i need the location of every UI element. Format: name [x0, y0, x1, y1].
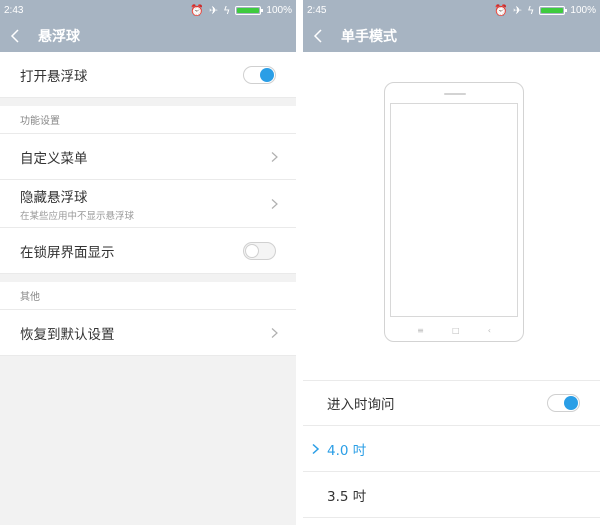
- size-option-3-5[interactable]: 3.5 吋: [303, 472, 600, 518]
- status-bar: 2:43 ⏰ ✈ ϟ 100%: [0, 0, 296, 20]
- show-on-lockscreen-toggle[interactable]: [243, 241, 276, 260]
- ask-on-enter-row[interactable]: 进入时询问: [303, 380, 600, 426]
- show-on-lockscreen-row[interactable]: 在锁屏界面显示: [0, 228, 296, 274]
- battery-icon: [539, 5, 568, 15]
- size-option-4-0[interactable]: 4.0 吋: [303, 426, 600, 472]
- phone-nav-bar: ≡ □ ‹: [385, 326, 523, 335]
- status-bar: 2:45 ⏰ ✈ ϟ 100%: [303, 0, 600, 20]
- battery-icon: [235, 5, 264, 15]
- one-handed-options: 进入时询问 4.0 吋 3.5 吋: [303, 380, 600, 518]
- row-label: 4.0 吋: [327, 442, 367, 459]
- page-title: 单手模式: [341, 29, 397, 45]
- title-bar: 单手模式: [303, 20, 600, 52]
- battery-percent: 100%: [266, 4, 292, 16]
- open-floating-ball-row[interactable]: 打开悬浮球: [0, 52, 296, 98]
- ask-on-enter-toggle[interactable]: [547, 394, 580, 412]
- section-gap: [0, 98, 296, 106]
- hide-floating-ball-row[interactable]: 隐藏悬浮球 在某些应用中不显示悬浮球: [0, 180, 296, 228]
- custom-menu-row[interactable]: 自定义菜单: [0, 134, 296, 180]
- row-label: 进入时询问: [327, 397, 395, 413]
- row-sublabel: 在某些应用中不显示悬浮球: [20, 210, 135, 222]
- selected-chevron-icon: [312, 439, 320, 458]
- row-label: 自定义菜单: [20, 150, 88, 167]
- phone-outline-illustration: ≡ □ ‹: [384, 82, 524, 342]
- chevron-right-icon: [271, 147, 278, 166]
- row-label: 打开悬浮球: [20, 68, 88, 85]
- home-icon: □: [451, 326, 460, 335]
- row-label: 恢复到默认设置: [20, 326, 115, 343]
- restore-defaults-row[interactable]: 恢复到默认设置: [0, 310, 296, 356]
- alarm-off-icon: ⏰: [494, 3, 508, 17]
- status-time: 2:43: [4, 4, 24, 16]
- floating-ball-settings-screen: 2:43 ⏰ ✈ ϟ 100% 悬浮球 打开悬浮球 功能设置 自定义菜单 隐藏悬…: [0, 0, 296, 525]
- phone-screen: [390, 103, 518, 317]
- charging-bolt-icon: ϟ: [527, 3, 535, 17]
- airplane-icon: ✈: [512, 3, 523, 17]
- title-bar: 悬浮球: [0, 20, 296, 52]
- back-nav-icon: ‹: [487, 326, 491, 335]
- section-header-other: 其他: [0, 282, 296, 310]
- phone-speaker: [444, 93, 466, 95]
- section-header-features: 功能设置: [0, 106, 296, 134]
- one-handed-mode-screen: 2:45 ⏰ ✈ ϟ 100% 单手模式 ≡ □ ‹ 进入时询问 4.0 吋 3…: [303, 0, 600, 525]
- open-floating-ball-toggle[interactable]: [243, 65, 276, 84]
- battery-percent: 100%: [570, 4, 596, 16]
- row-label: 3.5 吋: [327, 488, 367, 505]
- row-label: 在锁屏界面显示: [20, 244, 115, 261]
- menu-icon: ≡: [417, 326, 424, 335]
- status-time: 2:45: [307, 4, 327, 16]
- chevron-right-icon: [271, 323, 278, 342]
- airplane-icon: ✈: [208, 3, 219, 17]
- back-icon[interactable]: [313, 29, 331, 43]
- chevron-right-icon: [271, 194, 278, 213]
- alarm-off-icon: ⏰: [190, 3, 204, 17]
- section-gap: [0, 274, 296, 282]
- back-icon[interactable]: [10, 29, 28, 43]
- row-label: 隐藏悬浮球: [20, 189, 88, 206]
- phone-preview-area: ≡ □ ‹: [303, 52, 600, 380]
- charging-bolt-icon: ϟ: [223, 3, 231, 17]
- page-title: 悬浮球: [38, 29, 80, 45]
